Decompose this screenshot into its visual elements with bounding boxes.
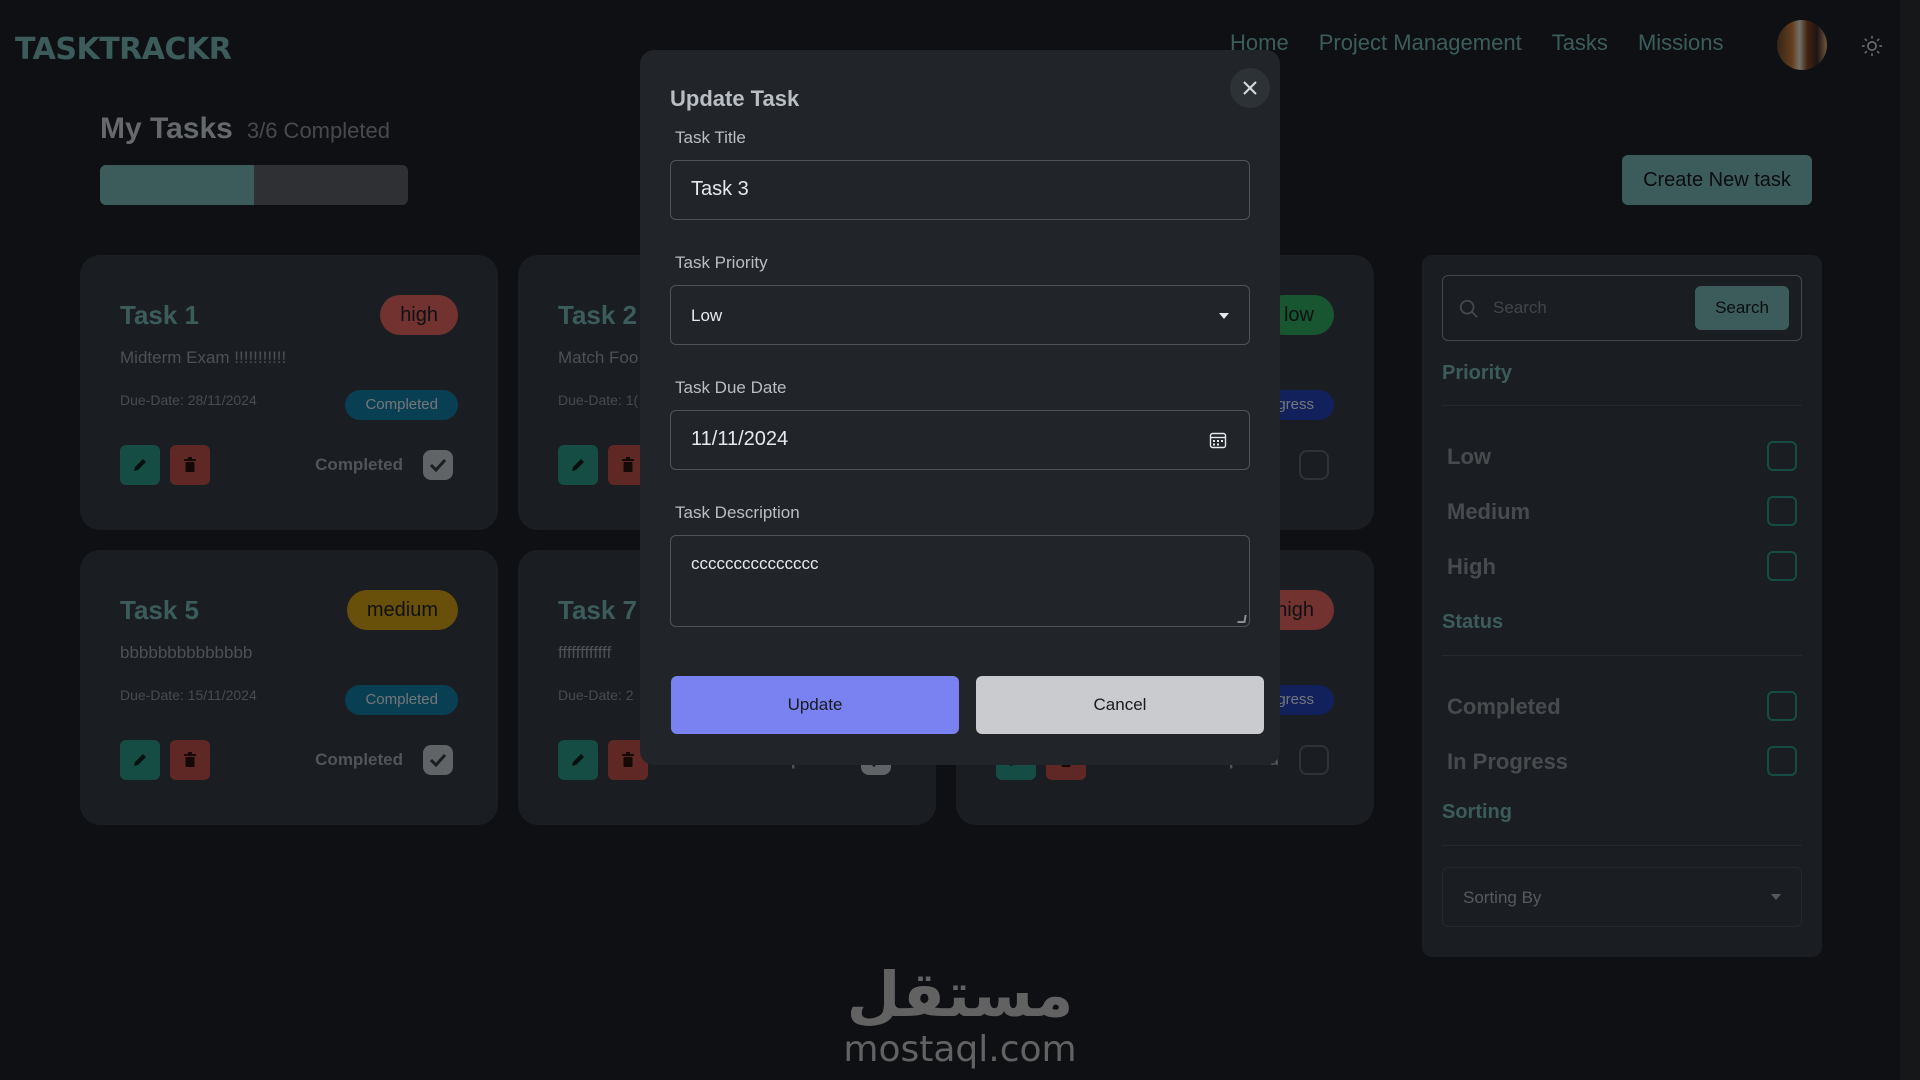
task-description-textarea[interactable]: ccccccccccccccc [670,535,1250,627]
close-icon [1243,81,1257,95]
task-due-date-input[interactable] [691,428,1191,451]
update-task-modal: Update Task Task Title Task Priority Low… [640,50,1280,765]
task-priority-label: Task Priority [675,253,768,272]
task-due-date-field[interactable] [670,410,1250,470]
task-description-value: ccccccccccccccc [691,554,819,573]
chevron-down-icon [1219,313,1229,319]
task-title-input[interactable] [691,178,1191,201]
task-title-label: Task Title [675,128,746,147]
task-due-date-label: Task Due Date [675,378,787,397]
resize-handle-icon[interactable] [1237,615,1247,623]
cancel-button[interactable]: Cancel [976,676,1264,734]
task-description-label: Task Description [675,503,800,522]
close-modal-button[interactable] [1230,68,1270,108]
calendar-icon[interactable] [1209,431,1227,449]
task-priority-select[interactable]: Low [670,285,1250,345]
task-title-field[interactable] [670,160,1250,220]
task-priority-value: Low [691,306,723,325]
modal-title: Update Task [670,86,800,111]
update-button[interactable]: Update [671,676,959,734]
